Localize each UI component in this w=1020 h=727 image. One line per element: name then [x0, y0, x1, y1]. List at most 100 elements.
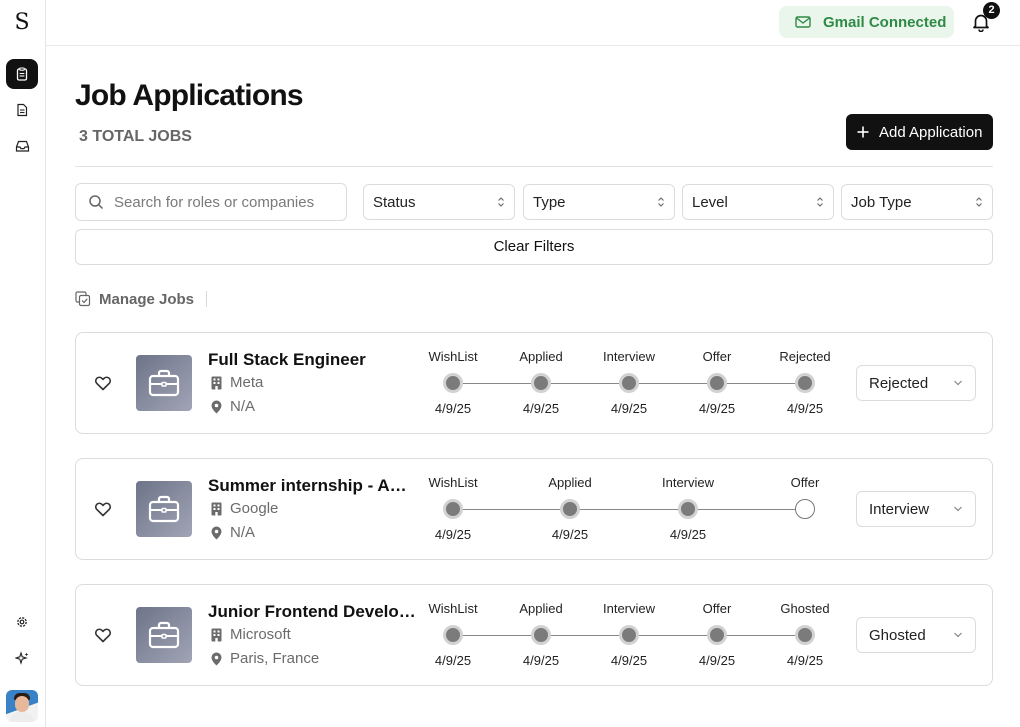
job-card[interactable]: Junior Frontend Developer Microsoft Pari… — [75, 584, 993, 686]
search-input[interactable] — [114, 193, 334, 211]
inbox-icon — [15, 140, 29, 152]
manage-jobs-label: Manage Jobs — [99, 290, 195, 308]
company-name: Microsoft — [230, 626, 291, 643]
timeline-line — [453, 509, 805, 510]
type-filter-label: Type — [533, 193, 566, 211]
job-title[interactable]: Full Stack Engineer — [208, 350, 408, 370]
job-title[interactable]: Junior Frontend Developer — [208, 602, 418, 622]
location-name: Paris, France — [230, 650, 320, 667]
job-location: Paris, France — [211, 650, 319, 667]
step-dot[interactable] — [560, 499, 580, 519]
step-date: 4/9/25 — [786, 653, 824, 668]
job-status-select[interactable]: Ghosted — [856, 617, 976, 653]
step-dot[interactable] — [795, 373, 815, 393]
step-dot[interactable] — [795, 625, 815, 645]
step-label: Interview — [602, 349, 656, 364]
job-status-value: Rejected — [869, 374, 929, 392]
job-status-select[interactable]: Rejected — [856, 365, 976, 401]
step-date: 4/9/25 — [786, 401, 824, 416]
job-company: Google — [211, 500, 278, 517]
step-date: 4/9/25 — [434, 527, 472, 542]
job-card[interactable]: Summer internship - AI ... Google N/A Wi… — [75, 458, 993, 560]
heart-icon[interactable] — [93, 373, 113, 393]
heart-icon[interactable] — [93, 499, 113, 519]
company-logo-placeholder — [136, 481, 192, 537]
building-icon — [211, 376, 222, 389]
company-logo-placeholder — [136, 607, 192, 663]
settings-button[interactable] — [6, 607, 38, 637]
manage-jobs-button[interactable]: Manage Jobs — [75, 289, 194, 309]
job-type-filter-label: Job Type — [851, 193, 912, 211]
step-date: 4/9/25 — [610, 653, 648, 668]
step-label: Offer — [702, 601, 732, 616]
location-pin-icon — [211, 526, 222, 539]
job-title[interactable]: Summer internship - AI ... — [208, 476, 408, 496]
ai-assistant-button[interactable] — [6, 643, 38, 673]
user-avatar[interactable] — [6, 690, 38, 722]
building-icon — [211, 628, 222, 641]
step-dot[interactable] — [707, 625, 727, 645]
status-timeline: WishList 4/9/25 Applied 4/9/25 Interview 4/… — [416, 333, 830, 433]
step-dot[interactable] — [619, 625, 639, 645]
level-filter-select[interactable]: Level — [682, 184, 834, 220]
toolbar-separator — [206, 291, 207, 307]
add-application-label: Add Application — [879, 123, 983, 141]
sidebar-item-documents[interactable] — [6, 95, 38, 125]
step-dot[interactable] — [531, 625, 551, 645]
notification-count-badge: 2 — [983, 2, 1000, 19]
step-dot[interactable] — [443, 499, 463, 519]
job-status-select[interactable]: Interview — [856, 491, 976, 527]
step-date: 4/9/25 — [522, 401, 560, 416]
step-label: WishList — [428, 349, 478, 364]
company-logo-placeholder — [136, 355, 192, 411]
sparkle-icon — [14, 650, 28, 665]
document-icon — [17, 103, 28, 117]
step-dot[interactable] — [531, 373, 551, 393]
briefcase-icon — [148, 369, 180, 397]
clear-filters-button[interactable]: Clear Filters — [75, 229, 993, 265]
manage-checklist-icon — [75, 291, 91, 307]
step-label: Applied — [519, 349, 563, 364]
add-application-button[interactable]: Add Application — [846, 114, 993, 150]
step-date: 4/9/25 — [434, 401, 472, 416]
gmail-connected-badge[interactable]: Gmail Connected — [779, 6, 954, 38]
app-logo[interactable]: S — [10, 10, 34, 36]
step-dot[interactable] — [443, 373, 463, 393]
building-icon — [211, 502, 222, 515]
step-label: WishList — [428, 475, 478, 490]
job-location: N/A — [211, 398, 255, 415]
location-pin-icon — [211, 400, 222, 413]
step-dot[interactable] — [443, 625, 463, 645]
step-dot[interactable] — [707, 373, 727, 393]
sidebar-item-applications[interactable] — [6, 59, 38, 89]
level-filter-label: Level — [692, 193, 728, 211]
briefcase-icon — [148, 621, 180, 649]
job-company: Microsoft — [211, 626, 291, 643]
company-name: Meta — [230, 374, 264, 391]
header-divider — [75, 166, 993, 167]
step-dot[interactable] — [678, 499, 698, 519]
status-timeline: WishList 4/9/25 Applied 4/9/25 Interview 4/… — [416, 585, 829, 685]
step-date: 4/9/25 — [698, 653, 736, 668]
step-date: 4/9/25 — [434, 653, 472, 668]
heart-icon[interactable] — [93, 625, 113, 645]
sidebar-item-inbox[interactable] — [6, 131, 38, 161]
step-label: Offer — [702, 349, 732, 364]
type-filter-select[interactable]: Type — [523, 184, 675, 220]
location-pin-icon — [211, 652, 222, 665]
step-label: Applied — [548, 475, 592, 490]
status-filter-label: Status — [373, 193, 416, 211]
step-label: Interview — [602, 601, 656, 616]
chevron-down-icon — [954, 380, 962, 386]
step-date: 4/9/25 — [669, 527, 707, 542]
page-title: Job Applications — [75, 79, 304, 112]
step-label: Applied — [519, 601, 563, 616]
search-box — [75, 183, 347, 221]
job-type-filter-select[interactable]: Job Type — [841, 184, 993, 220]
step-dot[interactable] — [619, 373, 639, 393]
step-date: 4/9/25 — [698, 401, 736, 416]
status-filter-select[interactable]: Status — [363, 184, 515, 220]
job-card[interactable]: Full Stack Engineer Meta N/A WishList 4/9… — [75, 332, 993, 434]
step-label: Offer — [790, 475, 820, 490]
step-dot-pending[interactable] — [795, 499, 815, 519]
